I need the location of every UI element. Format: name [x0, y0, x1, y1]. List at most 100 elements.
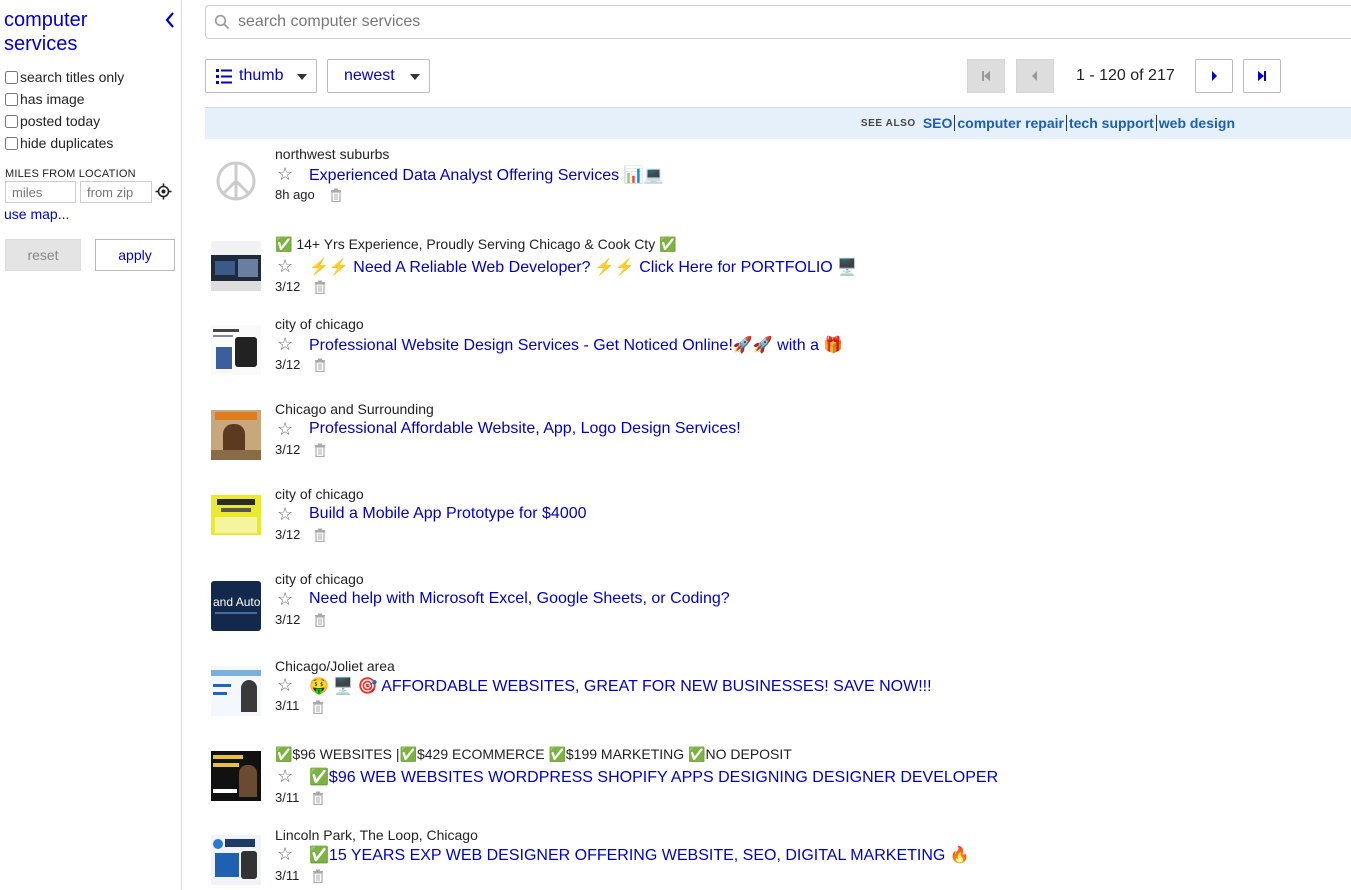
listing-date: 3/11	[275, 868, 300, 883]
trash-icon[interactable]	[312, 791, 324, 806]
category-title[interactable]: computer services	[4, 8, 154, 56]
star-icon[interactable]: ☆	[277, 165, 293, 183]
star-icon[interactable]: ☆	[277, 257, 293, 275]
star-icon[interactable]: ☆	[277, 767, 293, 785]
list-item: Chicago/Joliet area ☆ 🤑 🖥️ 🎯 AFFORDABLE …	[205, 650, 1351, 735]
listing-date: 3/12	[275, 442, 301, 457]
list-item: city of chicago ☆ Build a Mobile App Pro…	[205, 480, 1351, 560]
see-also-link-seo[interactable]: SEO	[921, 115, 955, 131]
miles-from-location-label: MILES FROM LOCATION	[5, 168, 136, 180]
listing-thumbnail[interactable]	[211, 410, 261, 460]
posted-today-checkbox[interactable]	[5, 114, 18, 128]
listing-title[interactable]: ⚡⚡ Need A Reliable Web Developer? ⚡⚡ Cli…	[309, 257, 857, 277]
trash-icon[interactable]	[314, 443, 326, 458]
listing-date: 3/12	[275, 527, 301, 542]
prev-page-icon	[1032, 71, 1037, 81]
list-item: Chicago and Surrounding ☆ Professional A…	[205, 395, 1351, 475]
listing-location: northwest suburbs	[275, 146, 390, 162]
listing-location: city of chicago	[275, 316, 364, 332]
see-also-link-web-design[interactable]: web design	[1157, 115, 1237, 131]
reset-button[interactable]: reset	[5, 239, 81, 271]
listing-title[interactable]: 🤑 🖥️ 🎯 AFFORDABLE WEBSITES, GREAT FOR NE…	[309, 676, 932, 696]
star-icon[interactable]: ☆	[277, 335, 293, 353]
listing-date: 3/11	[275, 790, 300, 805]
sidebar: computer services search titles only has…	[0, 0, 182, 890]
trash-icon[interactable]	[314, 613, 326, 628]
listing-thumbnail[interactable]	[211, 495, 261, 545]
listing-title[interactable]: Professional Website Design Services - G…	[309, 335, 843, 355]
listing-date: 3/12	[275, 612, 301, 627]
prev-page-button[interactable]	[1016, 59, 1054, 93]
listing-location: city of chicago	[275, 571, 364, 587]
filter-label: hide duplicates	[20, 135, 114, 151]
search-input[interactable]: search computer services	[238, 13, 420, 31]
trash-icon[interactable]	[312, 869, 324, 884]
trash-icon[interactable]	[312, 700, 324, 715]
listing-thumbnail[interactable]	[211, 751, 261, 801]
trash-icon[interactable]	[314, 528, 326, 543]
filter-search-titles-only[interactable]: search titles only	[4, 67, 124, 87]
listing-thumbnail[interactable]	[211, 241, 261, 291]
list-item: city of chicago ☆ Professional Website D…	[205, 310, 1351, 390]
trash-icon[interactable]	[314, 358, 326, 373]
star-icon[interactable]: ☆	[277, 590, 293, 608]
listing-thumbnail[interactable]	[211, 835, 261, 885]
listing-date: 3/12	[275, 357, 301, 372]
zip-input[interactable]	[80, 181, 152, 203]
list-item: northwest suburbs ☆ Experienced Data Ana…	[205, 140, 1351, 220]
listing-location: Chicago and Surrounding	[275, 401, 434, 417]
listing-location: ✅ 14+ Yrs Experience, Proudly Serving Ch…	[275, 236, 677, 252]
listing-location: ✅$96 WEBSITES |✅$429 ECOMMERCE ✅$199 MAR…	[275, 746, 792, 762]
see-also-link-tech-support[interactable]: tech support	[1067, 115, 1156, 131]
crosshair-icon[interactable]	[155, 183, 172, 200]
star-icon[interactable]: ☆	[277, 420, 293, 438]
listing-date: 3/11	[275, 698, 300, 713]
list-icon	[216, 69, 232, 89]
has-image-checkbox[interactable]	[5, 92, 18, 106]
hide-duplicates-checkbox[interactable]	[5, 136, 18, 150]
list-item: Lincoln Park, The Loop, Chicago ☆ ✅15 YE…	[205, 822, 1351, 890]
last-page-icon	[1258, 71, 1266, 81]
first-page-icon	[982, 71, 990, 81]
list-item: ✅ 14+ Yrs Experience, Proudly Serving Ch…	[205, 228, 1351, 308]
listing-title[interactable]: Experienced Data Analyst Offering Servic…	[309, 165, 663, 185]
apply-button[interactable]: apply	[95, 239, 175, 271]
filter-hide-duplicates[interactable]: hide duplicates	[4, 133, 113, 153]
search-bar[interactable]: search computer services	[205, 5, 1351, 39]
filter-label: has image	[20, 91, 85, 107]
trash-icon[interactable]	[314, 280, 326, 295]
listing-date: 8h ago	[275, 187, 315, 202]
listing-thumbnail[interactable]: and Auto	[211, 581, 261, 631]
list-item: and Auto city of chicago ☆ Need help wit…	[205, 565, 1351, 645]
listing-title[interactable]: Professional Affordable Website, App, Lo…	[309, 420, 741, 438]
list-item: ✅$96 WEBSITES |✅$429 ECOMMERCE ✅$199 MAR…	[205, 740, 1351, 825]
star-icon[interactable]: ☆	[277, 845, 293, 863]
listing-thumbnail[interactable]	[211, 325, 261, 375]
sort-dropdown[interactable]: newest	[327, 59, 430, 93]
view-mode-dropdown[interactable]: thumb	[205, 59, 317, 93]
peace-sign-icon[interactable]	[211, 156, 261, 206]
use-map-link[interactable]: use map...	[4, 206, 69, 222]
filter-posted-today[interactable]: posted today	[4, 111, 100, 131]
trash-icon[interactable]	[330, 188, 342, 203]
sort-label: newest	[344, 67, 395, 84]
listing-title[interactable]: Build a Mobile App Prototype for $4000	[309, 505, 587, 523]
listing-thumbnail[interactable]	[211, 666, 261, 716]
next-page-button[interactable]	[1195, 59, 1233, 93]
filter-label: search titles only	[20, 69, 125, 85]
chevron-left-icon[interactable]	[163, 10, 179, 30]
last-page-button[interactable]	[1243, 59, 1281, 93]
first-page-button[interactable]	[967, 59, 1005, 93]
miles-input[interactable]	[5, 181, 76, 203]
search-titles-only-checkbox[interactable]	[5, 70, 18, 84]
see-also-link-computer-repair[interactable]: computer repair	[955, 115, 1066, 131]
listing-location: Lincoln Park, The Loop, Chicago	[275, 827, 478, 843]
star-icon[interactable]: ☆	[277, 676, 293, 694]
star-icon[interactable]: ☆	[277, 505, 293, 523]
filter-has-image[interactable]: has image	[4, 89, 85, 109]
listing-location: city of chicago	[275, 486, 364, 502]
listing-title[interactable]: ✅$96 WEB WEBSITES WORDPRESS SHOPIFY APPS…	[309, 767, 998, 787]
listing-title[interactable]: ✅15 YEARS EXP WEB DESIGNER OFFERING WEBS…	[309, 845, 970, 865]
next-page-icon	[1212, 71, 1217, 81]
listing-title[interactable]: Need help with Microsoft Excel, Google S…	[309, 590, 730, 608]
